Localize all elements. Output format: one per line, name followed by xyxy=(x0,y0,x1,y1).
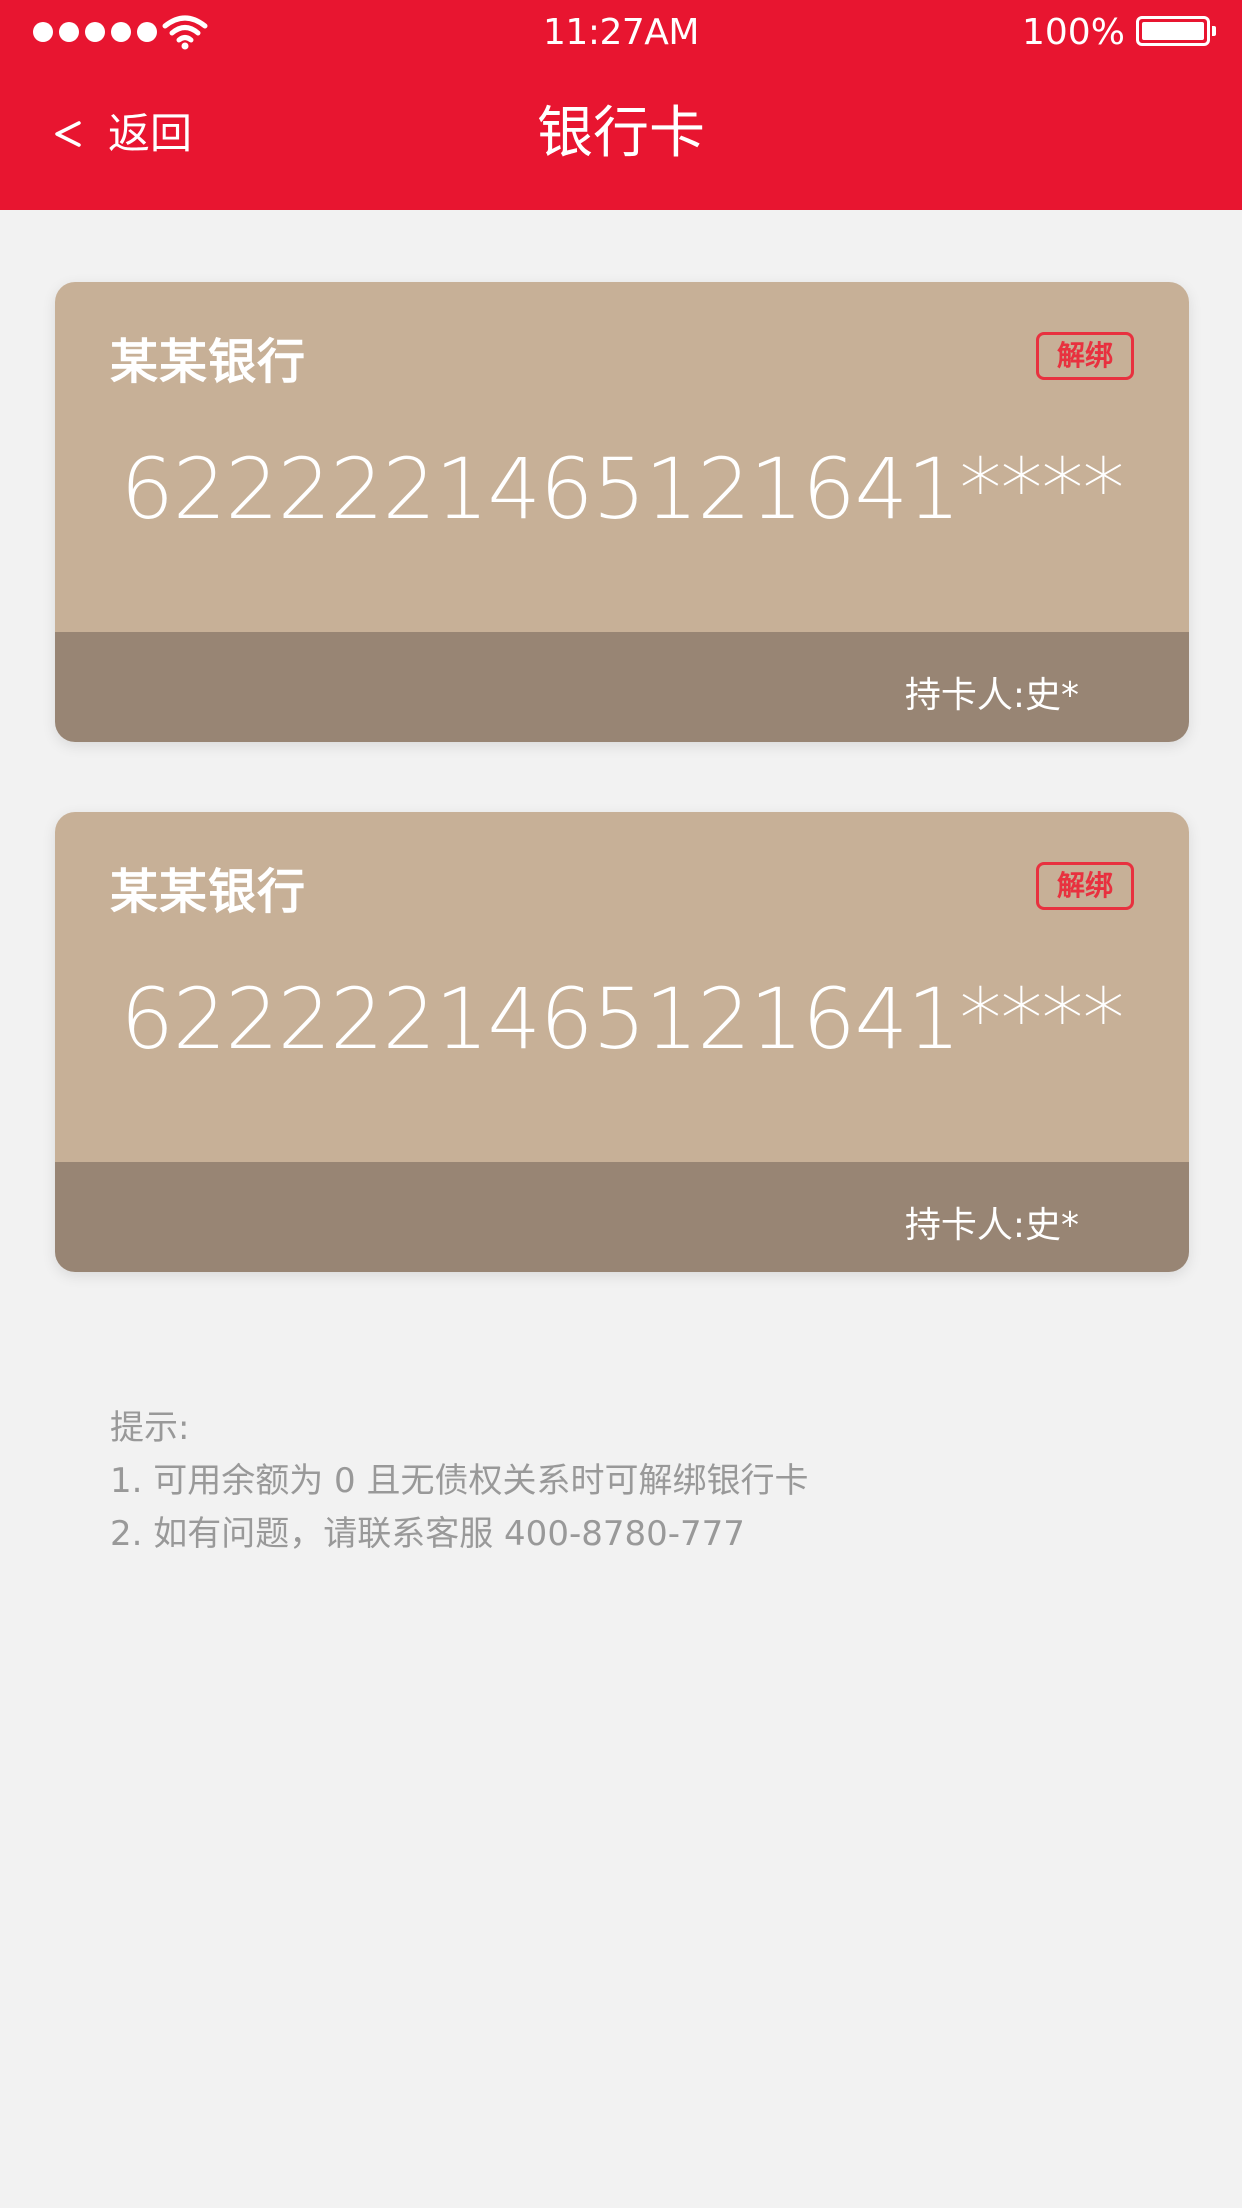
battery-icon xyxy=(1136,16,1216,46)
battery-percentage: 100% xyxy=(1022,12,1125,53)
card-number: 6222221465121641**** xyxy=(120,440,1124,538)
tip-line: 2. 如有问题，请联系客服 400-8780-777 xyxy=(110,1514,745,1554)
app-header: 11:27AM 100% 返回 银行卡 xyxy=(0,0,1242,210)
tips-title: 提示: xyxy=(110,1408,190,1448)
tip-line: 1. 可用余额为 0 且无债权关系时可解绑银行卡 xyxy=(110,1461,809,1501)
card-footer: 持卡人:史* xyxy=(55,632,1189,742)
tips-section: 提示: 1. 可用余额为 0 且无债权关系时可解绑银行卡 2. 如有问题，请联系… xyxy=(110,1402,809,1561)
card-body: 某某银行 解绑 6222221465121641**** xyxy=(55,812,1189,1162)
battery-fill xyxy=(1142,22,1204,40)
unbind-button[interactable]: 解绑 xyxy=(1036,862,1134,910)
unbind-button[interactable]: 解绑 xyxy=(1036,332,1134,380)
card-body: 某某银行 解绑 6222221465121641**** xyxy=(55,282,1189,632)
bank-name: 某某银行 xyxy=(110,864,307,920)
status-bar: 11:27AM 100% xyxy=(0,0,1242,66)
card-holder: 持卡人:史* xyxy=(904,675,1079,716)
page-title: 银行卡 xyxy=(537,101,705,166)
card-footer: 持卡人:史* xyxy=(55,1162,1189,1272)
bank-card[interactable]: 某某银行 解绑 6222221465121641**** 持卡人:史* xyxy=(55,282,1189,742)
card-number: 6222221465121641**** xyxy=(120,970,1124,1068)
bank-name: 某某银行 xyxy=(110,334,307,390)
battery-nub xyxy=(1212,26,1216,36)
card-holder: 持卡人:史* xyxy=(904,1205,1079,1246)
bank-card[interactable]: 某某银行 解绑 6222221465121641**** 持卡人:史* xyxy=(55,812,1189,1272)
